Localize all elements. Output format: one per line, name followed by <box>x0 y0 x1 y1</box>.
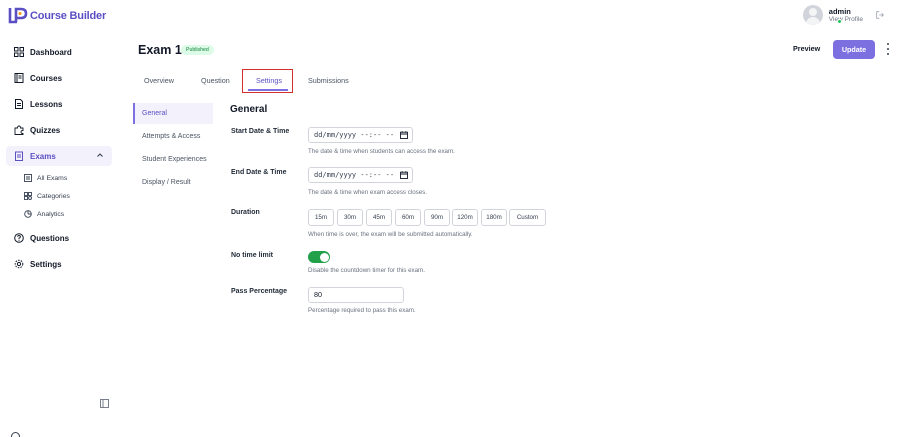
clipboard-icon <box>14 151 24 161</box>
gear-icon <box>14 259 24 269</box>
pass-percentage-label: Pass Percentage <box>231 288 288 295</box>
duration-option-30m[interactable]: 30m <box>337 209 363 226</box>
end-date-placeholder: dd/mm/yyyy --:-- -- <box>314 171 395 179</box>
no-time-limit-label: No time limit <box>231 252 274 259</box>
start-date-input[interactable]: dd/mm/yyyy --:-- -- <box>308 127 413 143</box>
sidebar: Dashboard Courses Lessons Quizzes Exams … <box>0 38 118 437</box>
no-time-limit-help: Disable the countdown timer for this exa… <box>308 267 425 274</box>
duration-option-90m[interactable]: 90m <box>424 209 450 226</box>
tab-overview[interactable]: Overview <box>144 76 174 85</box>
document-icon <box>14 99 24 109</box>
settings-nav-student-experiences[interactable]: Student Experiences <box>133 149 213 170</box>
duration-option-45m[interactable]: 45m <box>366 209 392 226</box>
user-menu[interactable]: admin View Profile <box>802 5 885 25</box>
question-circle-icon <box>14 233 24 243</box>
tab-highlight-box <box>242 69 293 93</box>
calendar-icon[interactable] <box>400 131 408 139</box>
page-title: Exam 1 <box>138 43 182 57</box>
sidebar-item-exams[interactable]: Exams <box>6 146 112 166</box>
logout-icon[interactable] <box>875 10 885 20</box>
start-date-help: The date & time when students can access… <box>308 148 455 155</box>
sidebar-item-label: Exams <box>30 151 56 161</box>
sidebar-item-label: Lessons <box>30 99 63 109</box>
sidebar-subitem-label: All Exams <box>37 174 68 182</box>
duration-option-15m[interactable]: 15m <box>308 209 334 226</box>
end-date-input[interactable]: dd/mm/yyyy --:-- -- <box>308 167 413 183</box>
duration-label: Duration <box>231 209 260 216</box>
categories-icon <box>24 192 32 200</box>
update-button[interactable]: Update <box>833 40 875 59</box>
tab-submissions[interactable]: Submissions <box>308 76 349 85</box>
pass-percentage-help: Percentage required to pass this exam. <box>308 307 416 314</box>
avatar[interactable] <box>802 5 823 25</box>
preview-button[interactable]: Preview <box>784 40 829 58</box>
duration-help: When time is over, the exam will be subm… <box>308 231 473 238</box>
sidebar-item-questions[interactable]: Questions <box>6 228 112 248</box>
sidebar-item-lessons[interactable]: Lessons <box>6 94 112 114</box>
settings-nav-attempts-access[interactable]: Attempts & Access <box>133 126 213 147</box>
chevron-up-icon[interactable] <box>96 151 104 159</box>
sidebar-collapse-icon[interactable] <box>100 399 109 408</box>
sidebar-subitem-label: Categories <box>37 192 70 200</box>
duration-option-180m[interactable]: 180m <box>481 209 507 226</box>
sidebar-item-courses[interactable]: Courses <box>6 68 112 88</box>
end-date-help: The date & time when exam access closes. <box>308 189 427 196</box>
pass-percentage-input[interactable]: 80 <box>308 287 404 303</box>
sidebar-subitem-analytics[interactable]: Analytics <box>24 210 64 218</box>
sidebar-item-label: Quizzes <box>30 125 61 135</box>
more-options-icon[interactable] <box>885 43 891 55</box>
book-icon <box>14 73 24 83</box>
sidebar-item-settings[interactable]: Settings <box>6 254 112 274</box>
end-date-label: End Date & Time <box>231 169 287 176</box>
top-bar: Course Builder admin View Profile <box>0 0 900 34</box>
puzzle-icon <box>14 125 24 135</box>
sidebar-item-label: Courses <box>30 73 63 83</box>
sidebar-subitem-all-exams[interactable]: All Exams <box>24 174 67 182</box>
status-badge: Published <box>181 45 214 55</box>
sidebar-item-dashboard[interactable]: Dashboard <box>6 42 112 62</box>
duration-option-120m[interactable]: 120m <box>452 209 478 226</box>
sidebar-item-label: Dashboard <box>30 47 72 57</box>
help-icon[interactable] <box>11 432 20 437</box>
duration-option-60m[interactable]: 60m <box>395 209 421 226</box>
user-name: admin <box>828 6 851 16</box>
tab-question[interactable]: Question <box>201 76 230 85</box>
sidebar-subitem-label: Analytics <box>37 210 65 218</box>
online-status-dot <box>837 19 842 24</box>
sidebar-subitem-categories[interactable]: Categories <box>24 192 70 200</box>
sidebar-item-label: Questions <box>30 233 70 243</box>
section-title: General <box>230 104 268 115</box>
brand-name: Course Builder <box>30 10 107 22</box>
logo-mark-icon <box>8 7 28 24</box>
no-time-limit-toggle[interactable] <box>308 251 330 263</box>
settings-nav-display-result[interactable]: Display / Result <box>133 172 213 193</box>
settings-nav-general[interactable]: General <box>133 103 213 124</box>
sidebar-item-quizzes[interactable]: Quizzes <box>6 120 112 140</box>
sidebar-item-label: Settings <box>30 259 62 269</box>
pie-chart-icon <box>24 210 32 218</box>
list-icon <box>24 174 32 182</box>
start-date-placeholder: dd/mm/yyyy --:-- -- <box>314 131 395 139</box>
logo[interactable]: Course Builder <box>8 7 106 25</box>
duration-option-custom[interactable]: Custom <box>509 209 546 226</box>
start-date-label: Start Date & Time <box>231 128 290 135</box>
view-profile-link[interactable]: View Profile <box>829 16 863 24</box>
grid-icon <box>14 47 24 57</box>
calendar-icon[interactable] <box>400 171 408 179</box>
